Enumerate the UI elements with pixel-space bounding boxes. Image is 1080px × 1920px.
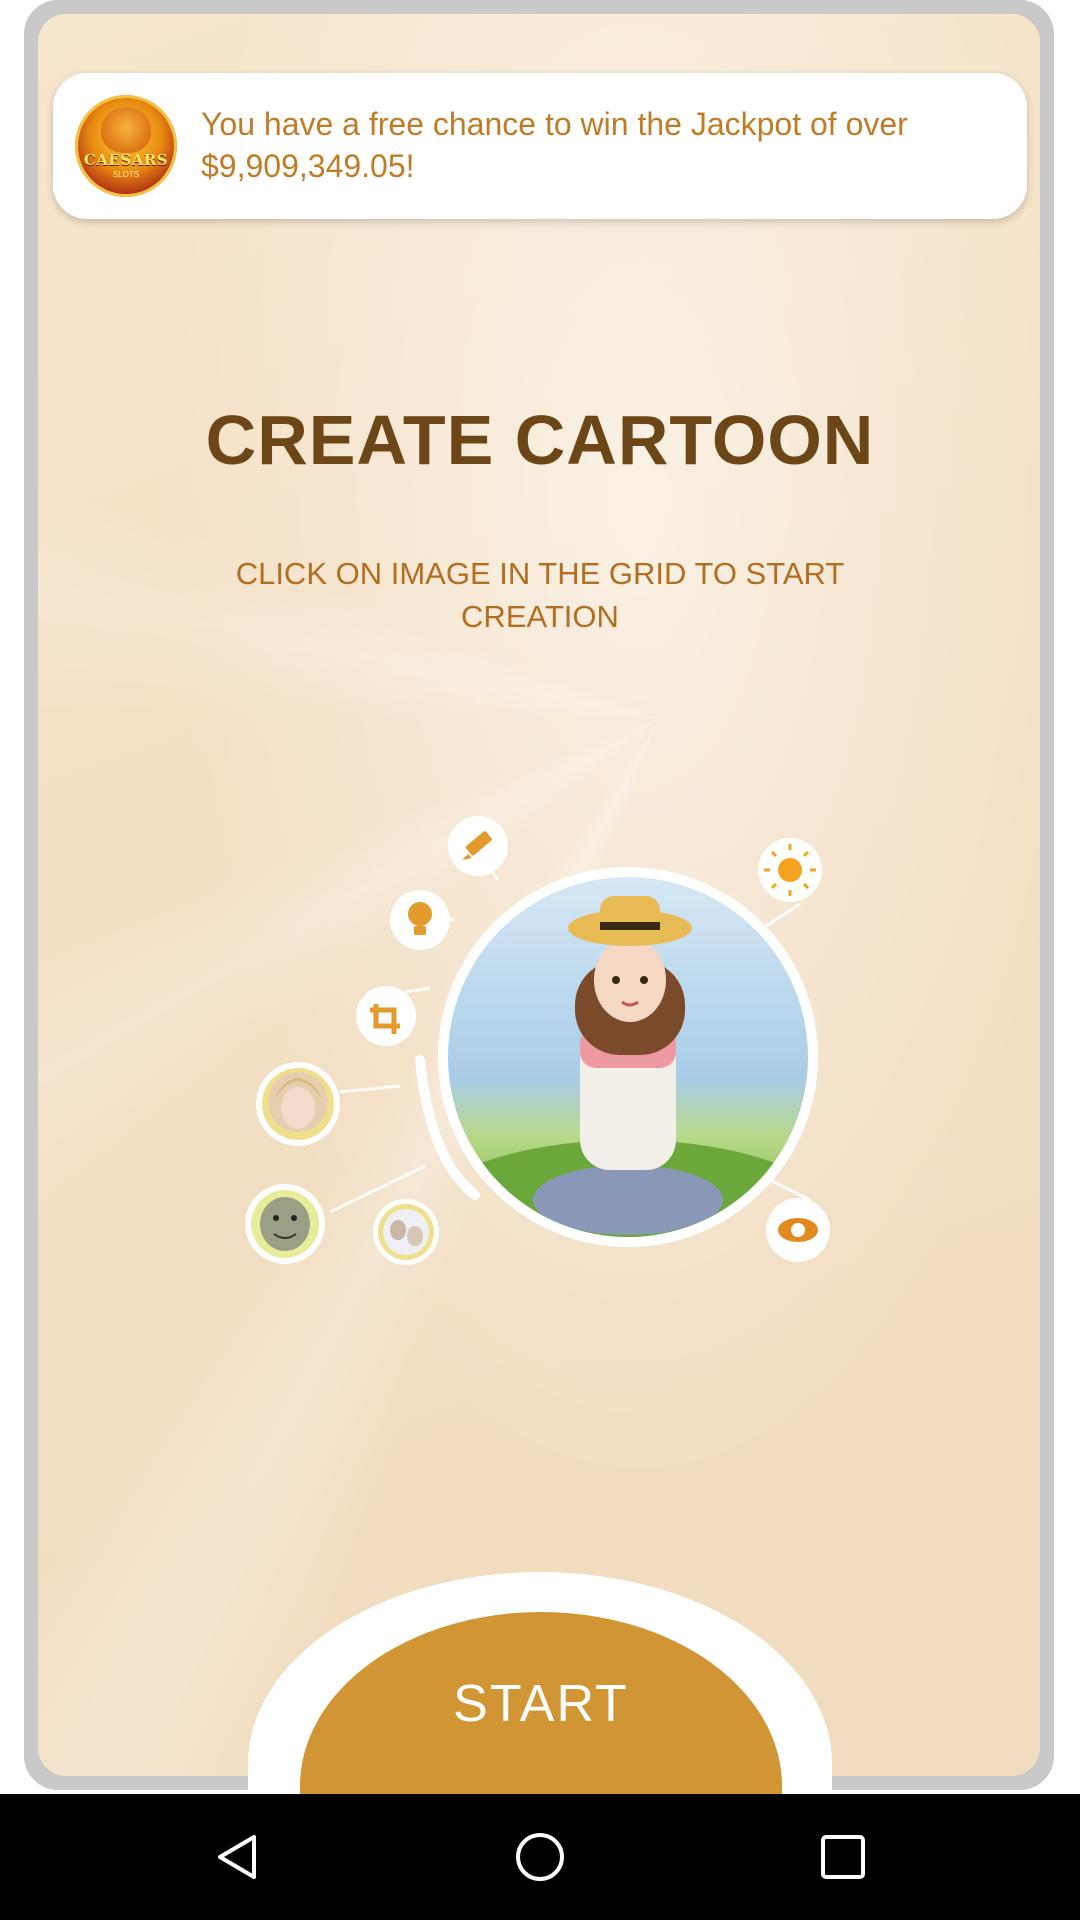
logo-subtext: SLOTS	[112, 170, 140, 179]
lightbulb-icon[interactable]	[390, 890, 450, 950]
avatar-couple[interactable]	[373, 1199, 439, 1265]
logo-text: CAESARS	[83, 151, 169, 169]
ad-message: You have a free chance to win the Jackpo…	[201, 106, 908, 184]
back-button[interactable]	[190, 1809, 286, 1905]
avatar-blonde-woman[interactable]	[256, 1062, 340, 1146]
back-icon	[218, 1835, 256, 1879]
create-cartoon-illustration[interactable]	[230, 810, 870, 1290]
recents-button[interactable]	[795, 1809, 891, 1905]
instruction-text: CLICK ON IMAGE IN THE GRID TO START CREA…	[235, 556, 845, 634]
caesars-slots-logo: CAESARS SLOTS	[75, 95, 177, 197]
ad-banner[interactable]: CAESARS SLOTS You have a free chance to …	[53, 73, 1027, 219]
home-button[interactable]	[492, 1809, 588, 1905]
pencil-icon[interactable]	[448, 816, 508, 876]
start-button-label: START	[453, 1675, 629, 1733]
system-navigation-bar	[0, 1794, 1080, 1920]
recents-icon	[821, 1835, 865, 1879]
home-icon	[516, 1833, 564, 1881]
eye-icon[interactable]	[766, 1198, 830, 1262]
crop-icon[interactable]	[356, 986, 416, 1046]
logo-face-icon	[101, 107, 151, 153]
avatar-ogre[interactable]	[245, 1184, 325, 1264]
page-title: CREATE CARTOON	[205, 401, 875, 479]
sun-icon[interactable]	[758, 838, 822, 902]
